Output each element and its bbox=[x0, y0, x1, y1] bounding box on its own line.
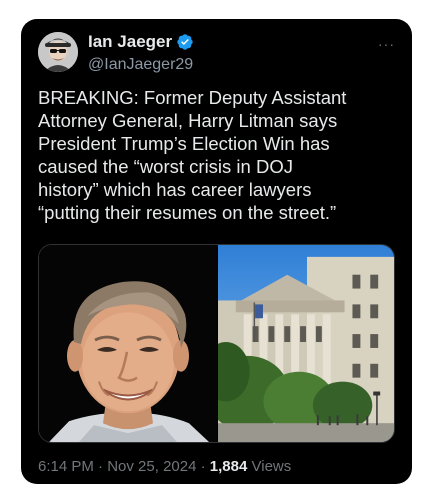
tweet-time[interactable]: 6:14 PM bbox=[38, 458, 94, 475]
tweet-header: Ian Jaeger @IanJaeger29 ··· bbox=[38, 28, 395, 84]
tweet-card[interactable]: Ian Jaeger @IanJaeger29 ··· BREAKING: Fo… bbox=[21, 19, 412, 484]
meta-separator: · bbox=[200, 458, 206, 475]
portrait-image bbox=[39, 245, 217, 442]
tweet-text: BREAKING: Former Deputy Assistant Attorn… bbox=[38, 87, 347, 223]
media-image-portrait[interactable] bbox=[39, 245, 217, 442]
avatar[interactable] bbox=[38, 32, 78, 72]
views-count[interactable]: 1,884 bbox=[210, 458, 248, 475]
author-handle[interactable]: @IanJaeger29 bbox=[88, 54, 194, 76]
views-label: Views bbox=[251, 458, 292, 475]
tweet-media[interactable] bbox=[38, 244, 395, 443]
meta-separator: · bbox=[98, 458, 104, 475]
more-options-icon[interactable]: ··· bbox=[378, 36, 395, 52]
verified-badge-icon bbox=[176, 33, 194, 51]
avatar-image bbox=[38, 32, 78, 72]
tweet-meta: 6:14 PM · Nov 25, 2024 · 1,884 Views bbox=[38, 457, 291, 477]
doj-building-image bbox=[218, 245, 394, 442]
author-info: Ian Jaeger @IanJaeger29 bbox=[88, 31, 194, 76]
media-image-building[interactable] bbox=[217, 245, 394, 442]
tweet-date[interactable]: Nov 25, 2024 bbox=[107, 458, 196, 475]
author-display-name[interactable]: Ian Jaeger bbox=[88, 31, 172, 53]
